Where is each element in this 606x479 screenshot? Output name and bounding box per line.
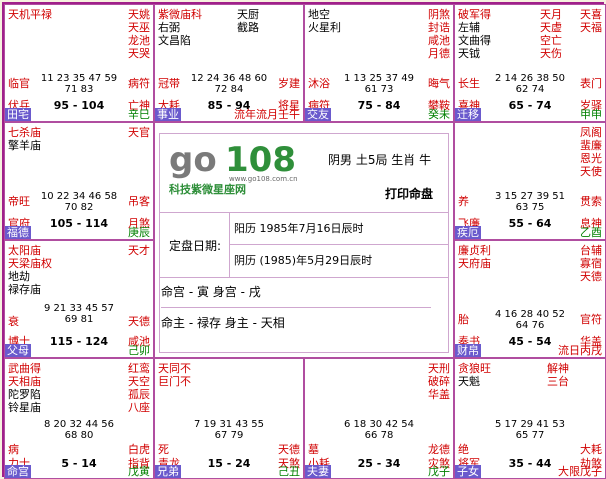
logo-url: www.go108.com.cn xyxy=(229,175,298,183)
palace-hai[interactable]: 贪狼旺 天魁 解神 三台 5 17 29 41 53 65 77 绝大耗 将军 35 -… xyxy=(454,358,606,479)
go108-logo: go 108 www.go108.com.cn 科技紫微星座网 xyxy=(169,140,298,195)
side-stars: 天喜 天福 xyxy=(580,8,602,34)
palace-name: 事业 xyxy=(155,108,181,121)
logo-go: go xyxy=(169,140,217,180)
palace-name: 父母 xyxy=(5,344,31,357)
solar-date: 阳历 1985年7月16日辰时 xyxy=(230,213,449,245)
palace-si[interactable]: 天机平禄 天姚 天巫 龙池 天哭 11 23 35 47 59 71 83 临官 病符 伏… xyxy=(4,4,154,122)
liuri-label: 流日 xyxy=(558,344,580,357)
palace-name: 迁移 xyxy=(455,108,481,121)
date-box: 定盘日期: 阳历 1985年7月16日辰时 阴历 (1985)年5月29日辰时 xyxy=(159,212,449,278)
palace-zi[interactable]: 天刑 破碎 华盖 6 18 30 42 54 66 78 墓龙德 小耗 25 - 34 灾… xyxy=(304,358,454,479)
suiqian: 病符 xyxy=(128,77,150,90)
palace-chou[interactable]: 天同不 巨门不 7 19 31 43 55 67 79 死天德 青龙 15 - 24 天… xyxy=(154,358,304,479)
main-stars: 天同不 巨门不 xyxy=(158,362,191,388)
main-stars: 破军得 左辅 文曲得 天钺 xyxy=(458,8,491,60)
main-stars: 太阳庙 天梁庙权 地劫 禄存庙 xyxy=(8,244,52,296)
side-stars: 红鸾 天空 孤辰 八座 xyxy=(128,362,150,414)
changsheng: 临官 xyxy=(8,77,30,90)
main-stars: 廉贞利 天府庙 xyxy=(458,244,491,270)
liunian-label: 流年流月 xyxy=(234,108,278,121)
palace-wu[interactable]: 紫微庙科 右弼 文昌陷 天厨 截路 12 24 36 48 60 72 84 冠带 岁建 … xyxy=(154,4,304,122)
main-stars: 贪狼旺 天魁 xyxy=(458,362,491,388)
minor-stars: 天厨 截路 xyxy=(237,8,259,34)
chart-grid: 天机平禄 天姚 天巫 龙池 天哭 11 23 35 47 59 71 83 临官 病符 伏… xyxy=(2,2,606,479)
palace-name: 疾厄 xyxy=(455,226,481,239)
palace-name: 交友 xyxy=(305,108,331,121)
palace-name: 田宅 xyxy=(5,108,31,121)
palace-you[interactable]: 凤阁 蜚廉 恩光 天使 3 15 27 39 51 63 75 养贯索 飞廉 55 - 6… xyxy=(454,122,606,240)
palace-xu[interactable]: 廉贞利 天府庙 台辅 寡宿 天德 4 16 28 40 52 64 76 胎官符 奏书 4… xyxy=(454,240,606,358)
main-stars: 紫微庙科 右弼 文昌陷 xyxy=(158,8,202,47)
lunar-date: 阴历 (1985)年5月29日辰时 xyxy=(234,254,373,267)
palace-name: 财帛 xyxy=(455,344,481,357)
side-stars: 天姚 天巫 龙池 天哭 xyxy=(128,8,150,60)
print-chart-link[interactable]: 打印命盘 xyxy=(385,185,433,202)
palace-wei[interactable]: 地空 火星利 阴煞 封诰 咸池 月德 1 13 25 37 49 61 73 沐浴 晦气 病… xyxy=(304,4,454,122)
side-stars: 凤阁 蜚廉 恩光 天使 xyxy=(580,126,602,178)
ganzhi: 辛巳 xyxy=(128,108,150,121)
ming-shen-lord: 命主 - 禄存 身主 - 天相 xyxy=(161,307,431,331)
main-stars: 天机平禄 xyxy=(8,8,52,21)
palace-name: 命宫 xyxy=(5,465,31,478)
main-stars: 七杀庙 擎羊庙 xyxy=(8,126,41,152)
main-stars: 武曲得 天相庙 陀罗陷 铃星庙 xyxy=(8,362,41,414)
minor-stars: 天月 天虚 空亡 天伤 xyxy=(540,8,562,60)
date-label: 定盘日期: xyxy=(169,239,222,253)
palace-name: 子女 xyxy=(455,465,481,478)
ming-shen-palace: 命宫 - 寅 身宫 - 戌 xyxy=(161,285,261,299)
side-stars: 天官 xyxy=(128,126,150,139)
center-panel: go 108 www.go108.com.cn 科技紫微星座网 阴男 土5局 生… xyxy=(154,122,454,358)
minor-stars: 解神 三台 xyxy=(547,362,569,388)
side-stars: 台辅 寡宿 天德 xyxy=(580,244,602,283)
palace-chen[interactable]: 七杀庙 擎羊庙 天官 10 22 34 46 58 70 82 帝旺 吊客 官府 105… xyxy=(4,122,154,240)
palace-mao[interactable]: 太阳庙 天梁庙权 地劫 禄存庙 天才 9 21 33 45 57 69 81 衰天德 博… xyxy=(4,240,154,358)
side-stars: 天才 xyxy=(128,244,150,257)
palace-yin[interactable]: 武曲得 天相庙 陀罗陷 铃星庙 红鸾 天空 孤辰 八座 8 20 32 44 56 68 80… xyxy=(4,358,154,479)
person-info: 阴男 土5局 生肖 牛 xyxy=(328,153,432,167)
palace-shen[interactable]: 破军得 左辅 文曲得 天钺 天月 天虚 空亡 天伤 天喜 天福 2 14 26 38 50 62… xyxy=(454,4,606,122)
side-stars: 阴煞 封诰 咸池 月德 xyxy=(428,8,450,60)
logo-108: 108 xyxy=(225,140,296,180)
palace-name: 夫妻 xyxy=(305,465,331,478)
palace-name: 福德 xyxy=(5,226,31,239)
main-stars: 地空 火星利 xyxy=(308,8,341,34)
daxian-label: 大限 xyxy=(558,465,580,478)
logo-sub: 科技紫微星座网 xyxy=(169,182,246,195)
side-stars: 天刑 破碎 华盖 xyxy=(428,362,450,401)
palace-name: 兄弟 xyxy=(155,465,181,478)
